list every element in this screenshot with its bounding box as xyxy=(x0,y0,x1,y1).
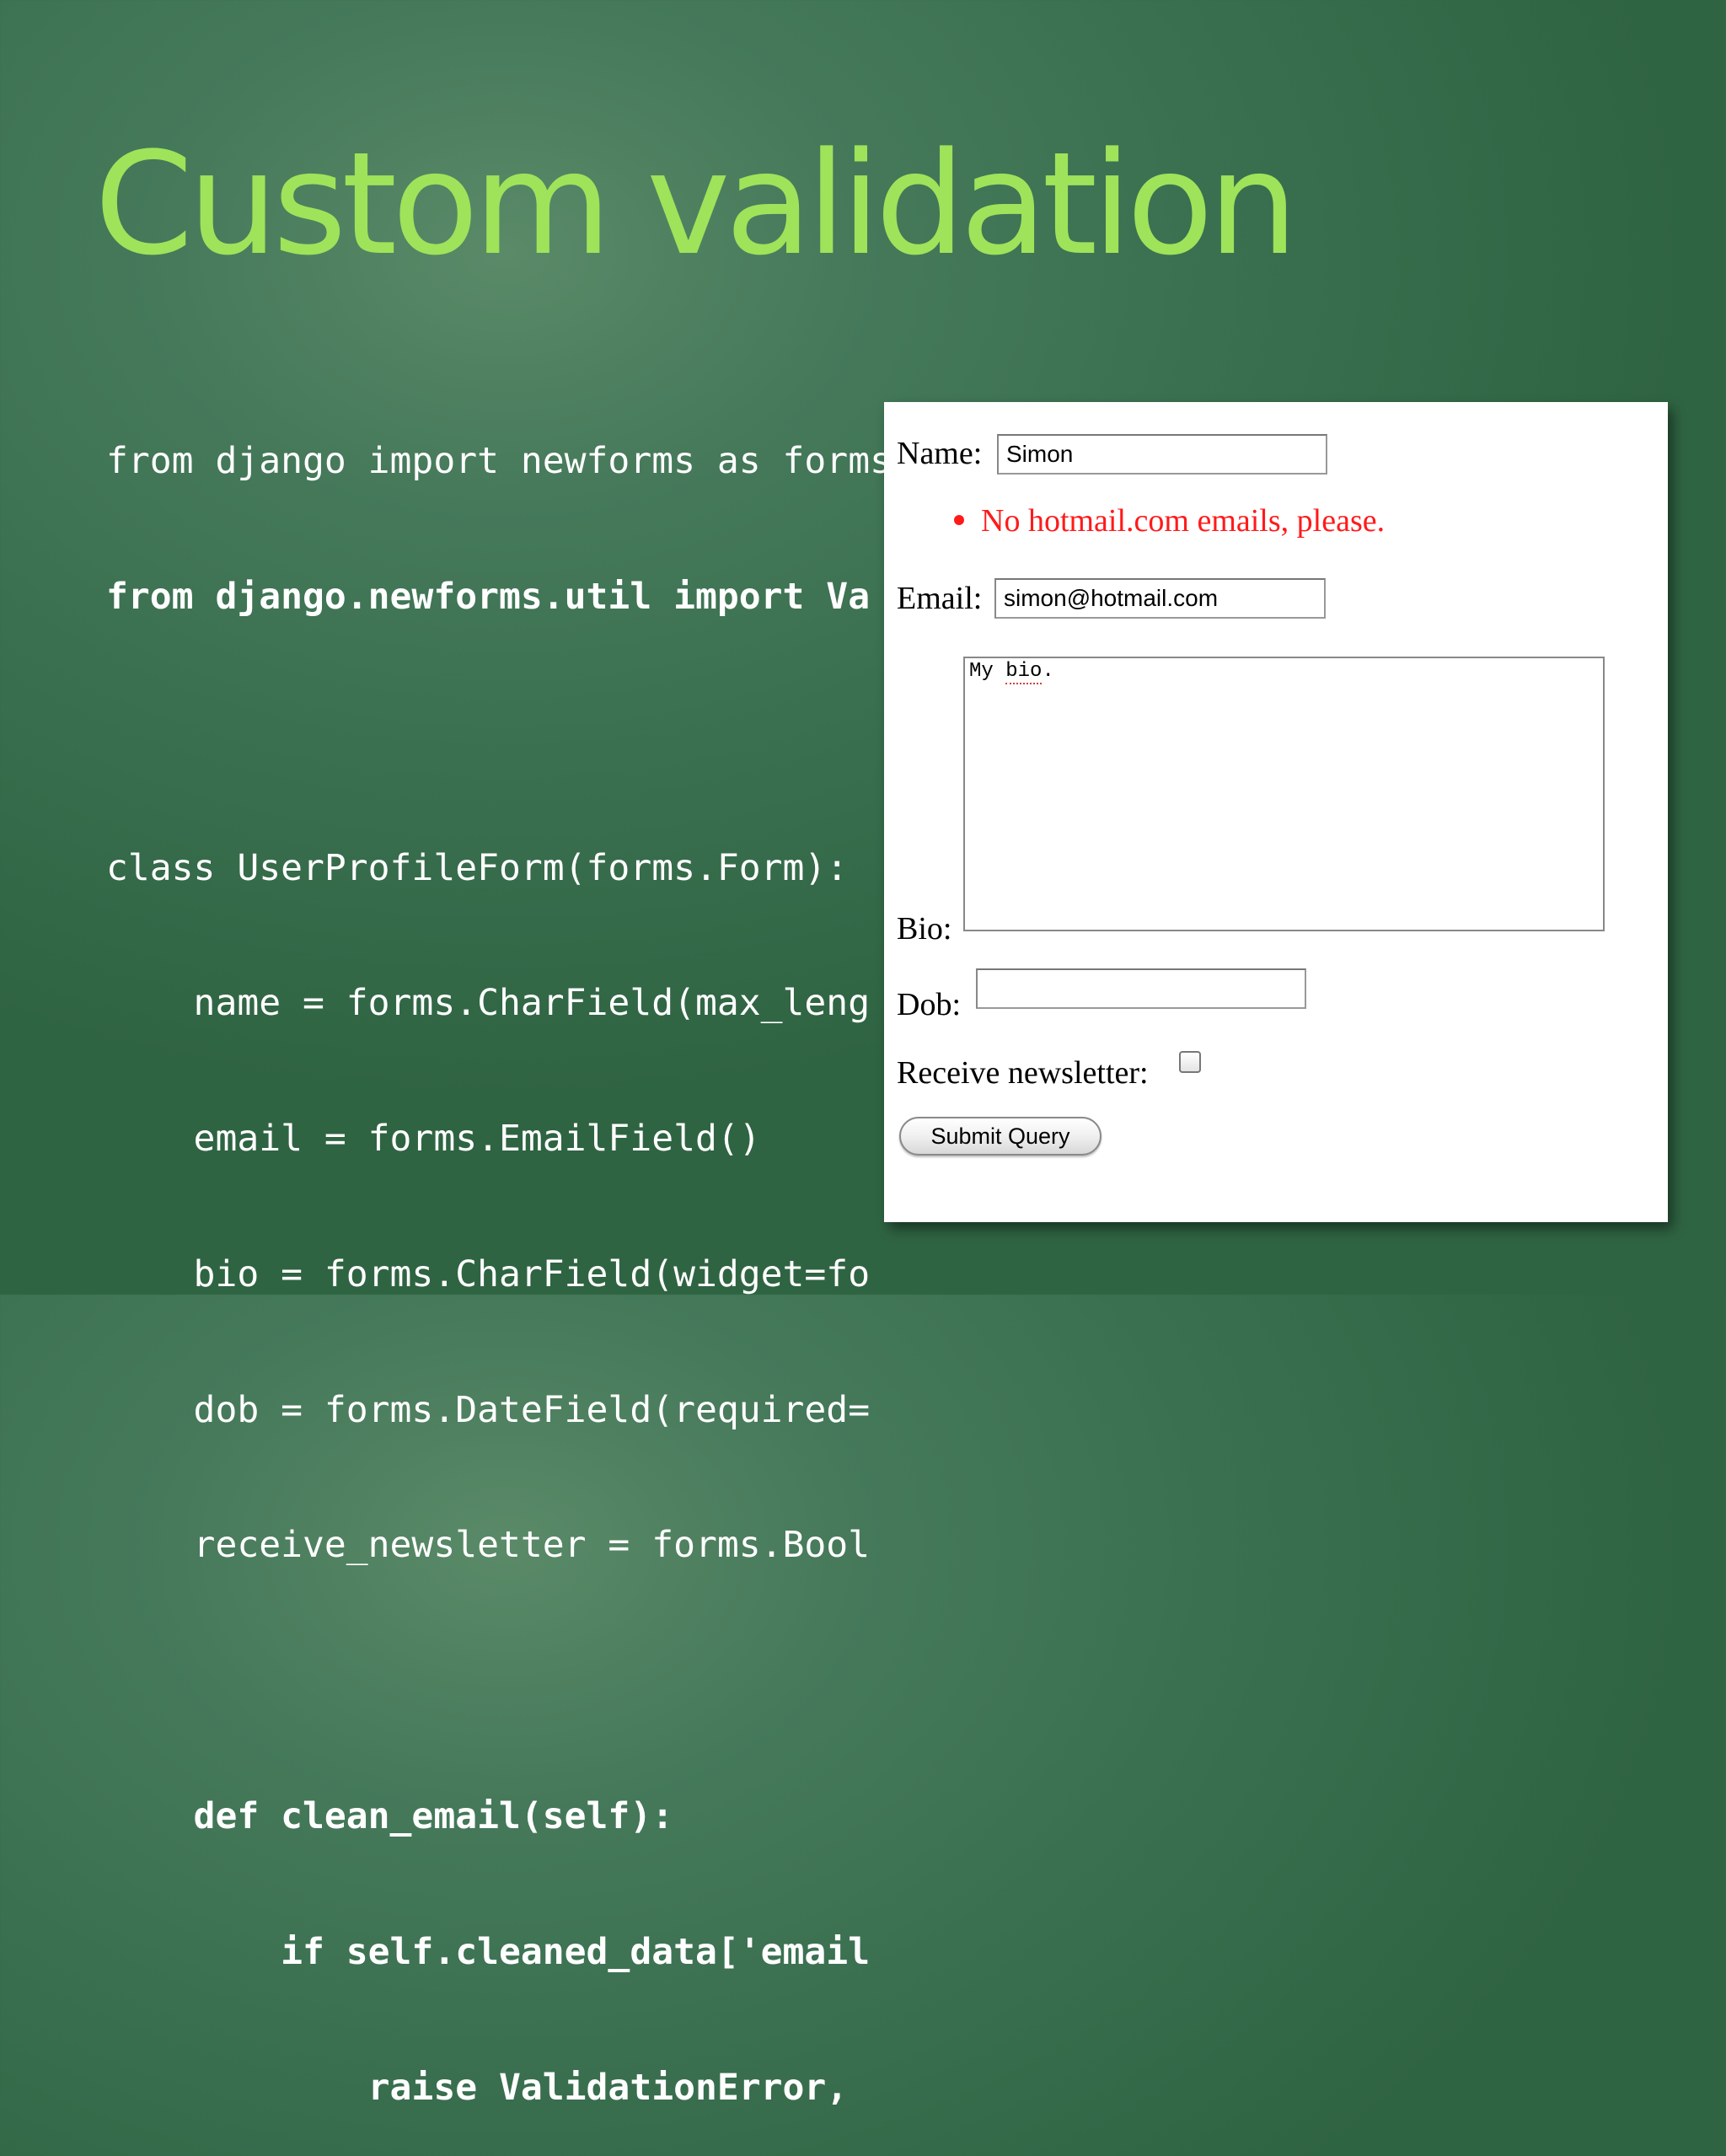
dob-input[interactable] xyxy=(976,968,1306,1009)
bio-label: Bio: xyxy=(897,911,952,947)
code-line: receive_newsletter = forms.Bool xyxy=(106,1524,871,1567)
newsletter-checkbox[interactable] xyxy=(1179,1051,1201,1073)
bullet-icon xyxy=(954,515,964,526)
code-block: from django import newforms as forms fro… xyxy=(106,349,892,2156)
name-label: Name: xyxy=(897,436,983,471)
name-input[interactable]: Simon xyxy=(997,434,1327,475)
dob-label: Dob: xyxy=(897,987,961,1022)
bio-text-word: bio xyxy=(1005,660,1043,684)
error-text: No hotmail.com emails, please. xyxy=(981,503,1386,539)
submit-button[interactable]: Submit Query xyxy=(899,1117,1102,1156)
code-line: class UserProfileForm(forms.Form): xyxy=(106,846,849,889)
code-line: from django.newforms.util import Va xyxy=(106,575,871,618)
bio-text-suffix: . xyxy=(1042,660,1054,683)
newsletter-label: Receive newsletter: xyxy=(897,1055,1149,1091)
code-line: dob = forms.DateField(required= xyxy=(106,1388,871,1431)
code-line: name = forms.CharField(max_leng xyxy=(106,982,871,1025)
bio-text-prefix: My xyxy=(969,660,1006,683)
bio-textarea[interactable]: My bio. xyxy=(963,657,1605,931)
error-message: No hotmail.com emails, please. xyxy=(954,505,1385,537)
code-line: from django import newforms as forms xyxy=(106,440,892,483)
code-line: if self.cleaned_data['email xyxy=(106,1930,871,1973)
email-input[interactable]: simon@hotmail.com xyxy=(994,578,1326,619)
code-line: email = forms.EmailField() xyxy=(106,1118,761,1161)
slide-title: Custom validation xyxy=(94,121,1298,287)
form-screenshot-panel: Name: Simon No hotmail.com emails, pleas… xyxy=(884,402,1668,1222)
presentation-slide: { "slide": { "title": "Custom validation… xyxy=(0,0,1726,2109)
code-line: def clean_email(self): xyxy=(106,1795,674,1837)
code-line: bio = forms.CharField(widget=fo xyxy=(106,1252,871,1295)
email-label: Email: xyxy=(897,581,983,616)
code-line: raise ValidationError, xyxy=(106,2066,849,2109)
